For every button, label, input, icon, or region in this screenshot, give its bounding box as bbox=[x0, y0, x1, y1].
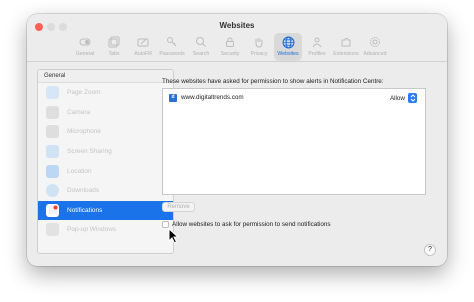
permission-value: Allow bbox=[389, 94, 405, 102]
sidebar-item-label: Downloads bbox=[67, 187, 100, 195]
tab-tabs[interactable]: Tabs bbox=[100, 33, 128, 61]
gear-icon bbox=[368, 35, 382, 49]
tabs-icon bbox=[107, 35, 121, 49]
tab-label: Websites bbox=[277, 51, 299, 57]
sidebar-item-notifications[interactable]: Notifications bbox=[38, 200, 173, 221]
tab-privacy[interactable]: Privacy bbox=[245, 33, 273, 61]
site-favicon-icon: d bbox=[169, 93, 177, 102]
window-title: Websites bbox=[219, 21, 255, 30]
person-icon bbox=[310, 35, 324, 49]
tab-label: Search bbox=[192, 51, 210, 57]
tab-label: Extensions bbox=[333, 51, 359, 57]
sidebar-item-label: Notifications bbox=[67, 206, 103, 214]
tab-websites[interactable]: Websites bbox=[274, 33, 302, 61]
tab-label: Advanced bbox=[363, 51, 387, 57]
sidebar: General Page Zoom Camera Microphone Scre… bbox=[37, 69, 174, 254]
hand-icon bbox=[252, 35, 266, 49]
tab-search[interactable]: Search bbox=[187, 33, 215, 61]
tab-label: Profiles bbox=[308, 51, 326, 57]
tab-label: Tabs bbox=[108, 51, 120, 57]
tab-label: Passwords bbox=[159, 51, 185, 57]
globe-icon bbox=[281, 35, 295, 49]
lock-icon bbox=[223, 35, 237, 49]
tab-label: AutoFill bbox=[134, 51, 152, 57]
permission-select[interactable]: Allow bbox=[390, 93, 417, 103]
allow-requests-checkbox[interactable] bbox=[162, 221, 169, 228]
tab-extensions[interactable]: Extensions bbox=[332, 33, 360, 61]
sidebar-item-camera[interactable]: Camera bbox=[38, 103, 173, 123]
tab-label: Security bbox=[220, 51, 240, 57]
allow-requests-label: Allow websites to ask for permission to … bbox=[172, 221, 331, 228]
allow-requests-option[interactable]: Allow websites to ask for permission to … bbox=[162, 221, 331, 228]
key-icon bbox=[165, 35, 179, 49]
tab-advanced[interactable]: Advanced bbox=[361, 33, 389, 61]
chevron-up-down-icon bbox=[408, 93, 417, 103]
camera-icon bbox=[46, 105, 59, 119]
search-icon bbox=[194, 35, 208, 49]
sidebar-item-label: Camera bbox=[67, 108, 91, 116]
permission-description: These websites have asked for permission… bbox=[162, 78, 384, 85]
sidebar-item-downloads[interactable]: Downloads bbox=[38, 181, 173, 201]
preferences-toolbar: General Tabs AutoFill Passwords Search S… bbox=[71, 33, 389, 61]
microphone-icon bbox=[46, 125, 59, 139]
sidebar-item-label: Screen Sharing bbox=[67, 148, 112, 156]
popup-icon bbox=[46, 223, 59, 237]
sidebar-item-label: Pop-up Windows bbox=[67, 226, 117, 234]
tab-profiles[interactable]: Profiles bbox=[303, 33, 331, 61]
puzzle-icon bbox=[339, 35, 353, 49]
sidebar-item-location[interactable]: Location bbox=[38, 161, 173, 181]
location-icon bbox=[46, 164, 59, 178]
sidebar-header: General bbox=[38, 70, 173, 83]
mouse-cursor-icon bbox=[168, 228, 180, 244]
tab-security[interactable]: Security bbox=[216, 33, 244, 61]
remove-button[interactable]: Remove bbox=[162, 202, 195, 212]
tab-label: Privacy bbox=[250, 51, 268, 57]
websites-list[interactable]: d www.digitaltrends.com Allow bbox=[162, 88, 426, 195]
bell-icon bbox=[46, 203, 59, 217]
sidebar-item-page-zoom[interactable]: Page Zoom bbox=[38, 83, 173, 103]
tab-passwords[interactable]: Passwords bbox=[158, 33, 186, 61]
sidebar-item-microphone[interactable]: Microphone bbox=[38, 122, 173, 142]
sidebar-item-label: Page Zoom bbox=[67, 89, 101, 97]
sidebar-item-popup-windows[interactable]: Pop-up Windows bbox=[38, 220, 173, 240]
sidebar-item-label: Location bbox=[67, 167, 92, 175]
tab-autofill[interactable]: AutoFill bbox=[129, 33, 157, 61]
screen-sharing-icon bbox=[46, 145, 59, 159]
site-name: www.digitaltrends.com bbox=[181, 94, 244, 101]
tab-label: General bbox=[75, 51, 95, 57]
tab-general[interactable]: General bbox=[71, 33, 99, 61]
switch-icon bbox=[78, 35, 92, 49]
pencil-icon bbox=[136, 35, 150, 49]
list-item[interactable]: d www.digitaltrends.com Allow bbox=[163, 89, 425, 106]
sidebar-item-screen-sharing[interactable]: Screen Sharing bbox=[38, 142, 173, 162]
title-bar: Websites General Tabs AutoFill Passwords… bbox=[27, 14, 447, 62]
sidebar-item-label: Microphone bbox=[67, 128, 101, 136]
downloads-icon bbox=[46, 184, 59, 198]
help-button[interactable]: ? bbox=[424, 244, 436, 256]
zoom-icon bbox=[46, 86, 59, 100]
